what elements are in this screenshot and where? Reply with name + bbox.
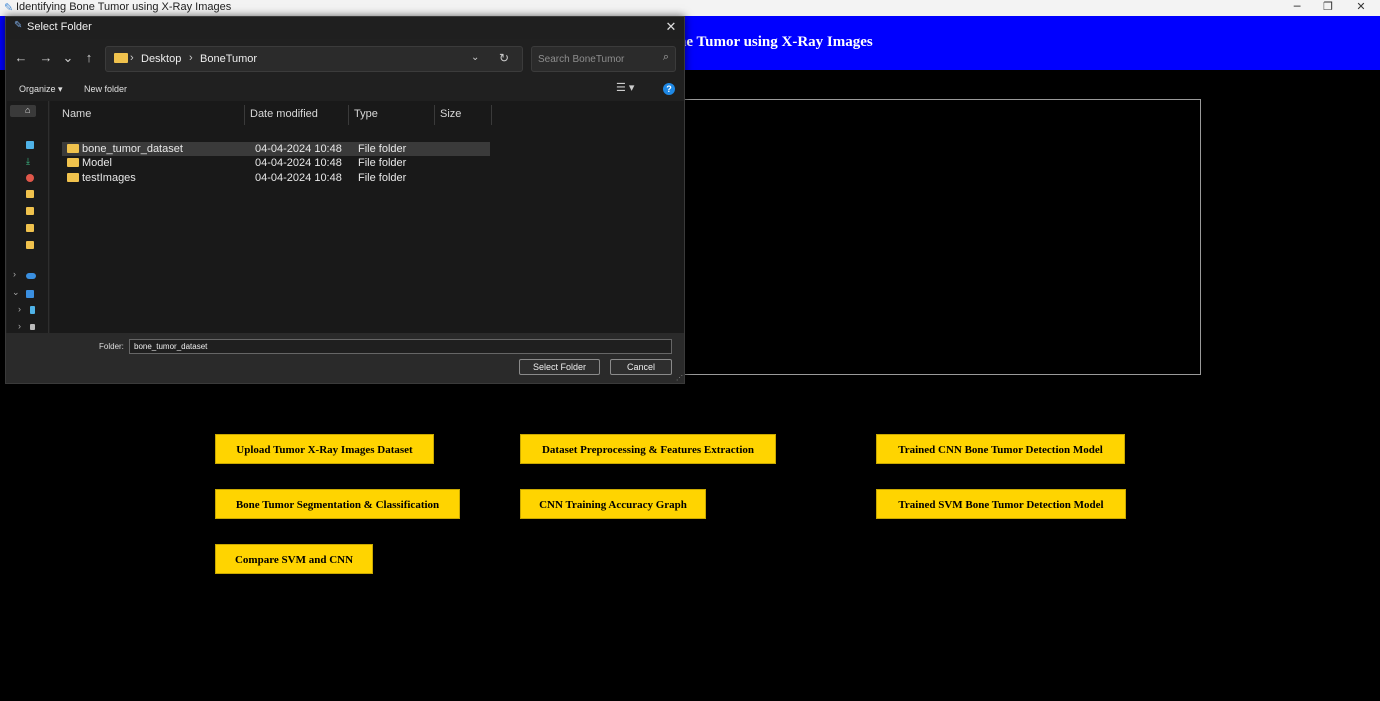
search-icon: ⌕ xyxy=(662,51,669,63)
image-preview-panel xyxy=(678,99,1201,375)
help-icon[interactable]: ? xyxy=(663,83,675,95)
back-arrow-icon[interactable]: ← xyxy=(11,49,31,67)
home-icon: ⌂ xyxy=(25,105,31,115)
new-folder-button[interactable]: New folder xyxy=(84,84,127,94)
music-icon[interactable] xyxy=(26,174,34,182)
select-folder-button[interactable]: Select Folder xyxy=(519,359,600,375)
chevron-right-icon[interactable]: › xyxy=(18,304,21,314)
trained-cnn-button[interactable]: Trained CNN Bone Tumor Detection Model xyxy=(876,434,1125,464)
chevron-right-icon[interactable]: › xyxy=(18,321,21,331)
view-options-icon[interactable]: ☰ ▾ xyxy=(616,81,634,94)
cancel-button[interactable]: Cancel xyxy=(610,359,672,375)
chevron-down-icon[interactable]: ⌄ xyxy=(12,287,20,298)
dialog-title: Select Folder xyxy=(27,21,92,33)
file-row[interactable]: testImages 04-04-2024 10:48 File folder xyxy=(62,171,490,185)
refresh-icon[interactable]: ↻ xyxy=(499,51,509,65)
file-row[interactable]: Model 04-04-2024 10:48 File folder xyxy=(62,156,490,170)
select-folder-dialog: ✎ Select Folder ✕ ← → ⌄ ↑ › Desktop › Bo… xyxy=(5,16,685,384)
dialog-footer: Folder: bone_tumor_dataset Select Folder… xyxy=(6,333,684,383)
window-title-bar: ✎ Identifying Bone Tumor using X-Ray Ima… xyxy=(0,0,1380,16)
segmentation-button[interactable]: Bone Tumor Segmentation & Classification xyxy=(215,489,460,519)
feather-icon: ✎ xyxy=(14,20,23,31)
file-type: File folder xyxy=(358,172,407,184)
download-icon[interactable]: ⤓ xyxy=(26,156,30,167)
breadcrumb-bonetumor[interactable]: BoneTumor xyxy=(200,53,257,65)
navigation-pane: ⌂ ⤓ › ⌄ › › xyxy=(7,101,49,333)
file-type: File folder xyxy=(358,143,407,155)
restore-button[interactable]: ❐ xyxy=(1313,0,1343,16)
file-type: File folder xyxy=(358,157,407,169)
organize-menu[interactable]: Organize ▾ xyxy=(19,84,63,95)
folder-icon xyxy=(67,158,79,167)
folder-icon[interactable] xyxy=(26,241,34,249)
breadcrumb-desktop[interactable]: Desktop xyxy=(141,53,181,65)
folder-icon[interactable] xyxy=(26,190,34,198)
address-bar[interactable]: › Desktop › BoneTumor ⌄ ↻ xyxy=(105,46,523,72)
app-window: ✎ Identifying Bone Tumor using X-Ray Ima… xyxy=(0,0,1380,701)
search-box[interactable]: ⌕ xyxy=(531,46,676,72)
dialog-close-button[interactable]: ✕ xyxy=(662,19,680,37)
chevron-down-icon[interactable]: ⌄ xyxy=(471,52,479,63)
folder-field[interactable]: bone_tumor_dataset xyxy=(129,339,672,354)
file-row[interactable]: bone_tumor_dataset 04-04-2024 10:48 File… xyxy=(62,142,490,156)
compare-svm-cnn-button[interactable]: Compare SVM and CNN xyxy=(215,544,373,574)
feather-app-icon: ✎ xyxy=(4,1,14,14)
header-title: ne Tumor using X-Ray Images xyxy=(678,34,873,50)
forward-arrow-icon[interactable]: → xyxy=(36,49,56,67)
file-name: testImages xyxy=(82,172,136,184)
folder-label: Folder: xyxy=(99,342,124,351)
minimize-button[interactable]: ─ xyxy=(1282,0,1312,16)
file-name: bone_tumor_dataset xyxy=(82,143,183,155)
this-pc-icon[interactable] xyxy=(26,290,34,298)
column-name[interactable]: Name xyxy=(57,105,245,125)
dialog-title-bar: ✎ Select Folder ✕ xyxy=(6,17,684,39)
trained-svm-button[interactable]: Trained SVM Bone Tumor Detection Model xyxy=(876,489,1126,519)
window-title: Identifying Bone Tumor using X-Ray Image… xyxy=(16,1,232,13)
resize-grip-icon[interactable]: ⋰ xyxy=(676,374,683,382)
preprocess-button[interactable]: Dataset Preprocessing & Features Extract… xyxy=(520,434,776,464)
drive-icon[interactable] xyxy=(30,306,35,314)
column-type[interactable]: Type xyxy=(349,105,435,125)
file-date: 04-04-2024 10:48 xyxy=(255,157,342,169)
column-date-modified[interactable]: Date modified xyxy=(245,105,349,125)
chevron-right-icon[interactable]: › xyxy=(13,269,16,279)
home-item[interactable] xyxy=(10,105,36,117)
drive-icon[interactable] xyxy=(30,324,35,330)
upload-dataset-button[interactable]: Upload Tumor X-Ray Images Dataset xyxy=(215,434,434,464)
close-window-button[interactable]: ✕ xyxy=(1346,0,1376,16)
chevron-right-icon: › xyxy=(189,52,193,64)
gallery-icon[interactable] xyxy=(26,141,34,149)
up-arrow-icon[interactable]: ↑ xyxy=(79,49,99,67)
folder-icon xyxy=(67,173,79,182)
folder-icon xyxy=(114,53,128,63)
recent-locations-icon[interactable]: ⌄ xyxy=(58,49,78,67)
folder-icon[interactable] xyxy=(26,224,34,232)
file-name: Model xyxy=(82,157,112,169)
cloud-icon[interactable] xyxy=(26,273,36,279)
folder-icon[interactable] xyxy=(26,207,34,215)
column-size[interactable]: Size xyxy=(435,105,492,125)
search-input[interactable] xyxy=(538,52,656,66)
cnn-accuracy-graph-button[interactable]: CNN Training Accuracy Graph xyxy=(520,489,706,519)
file-date: 04-04-2024 10:48 xyxy=(255,172,342,184)
chevron-right-icon: › xyxy=(130,52,134,64)
file-list: Name Date modified Type Size bone_tumor_… xyxy=(50,101,684,333)
folder-icon xyxy=(67,144,79,153)
file-date: 04-04-2024 10:48 xyxy=(255,143,342,155)
